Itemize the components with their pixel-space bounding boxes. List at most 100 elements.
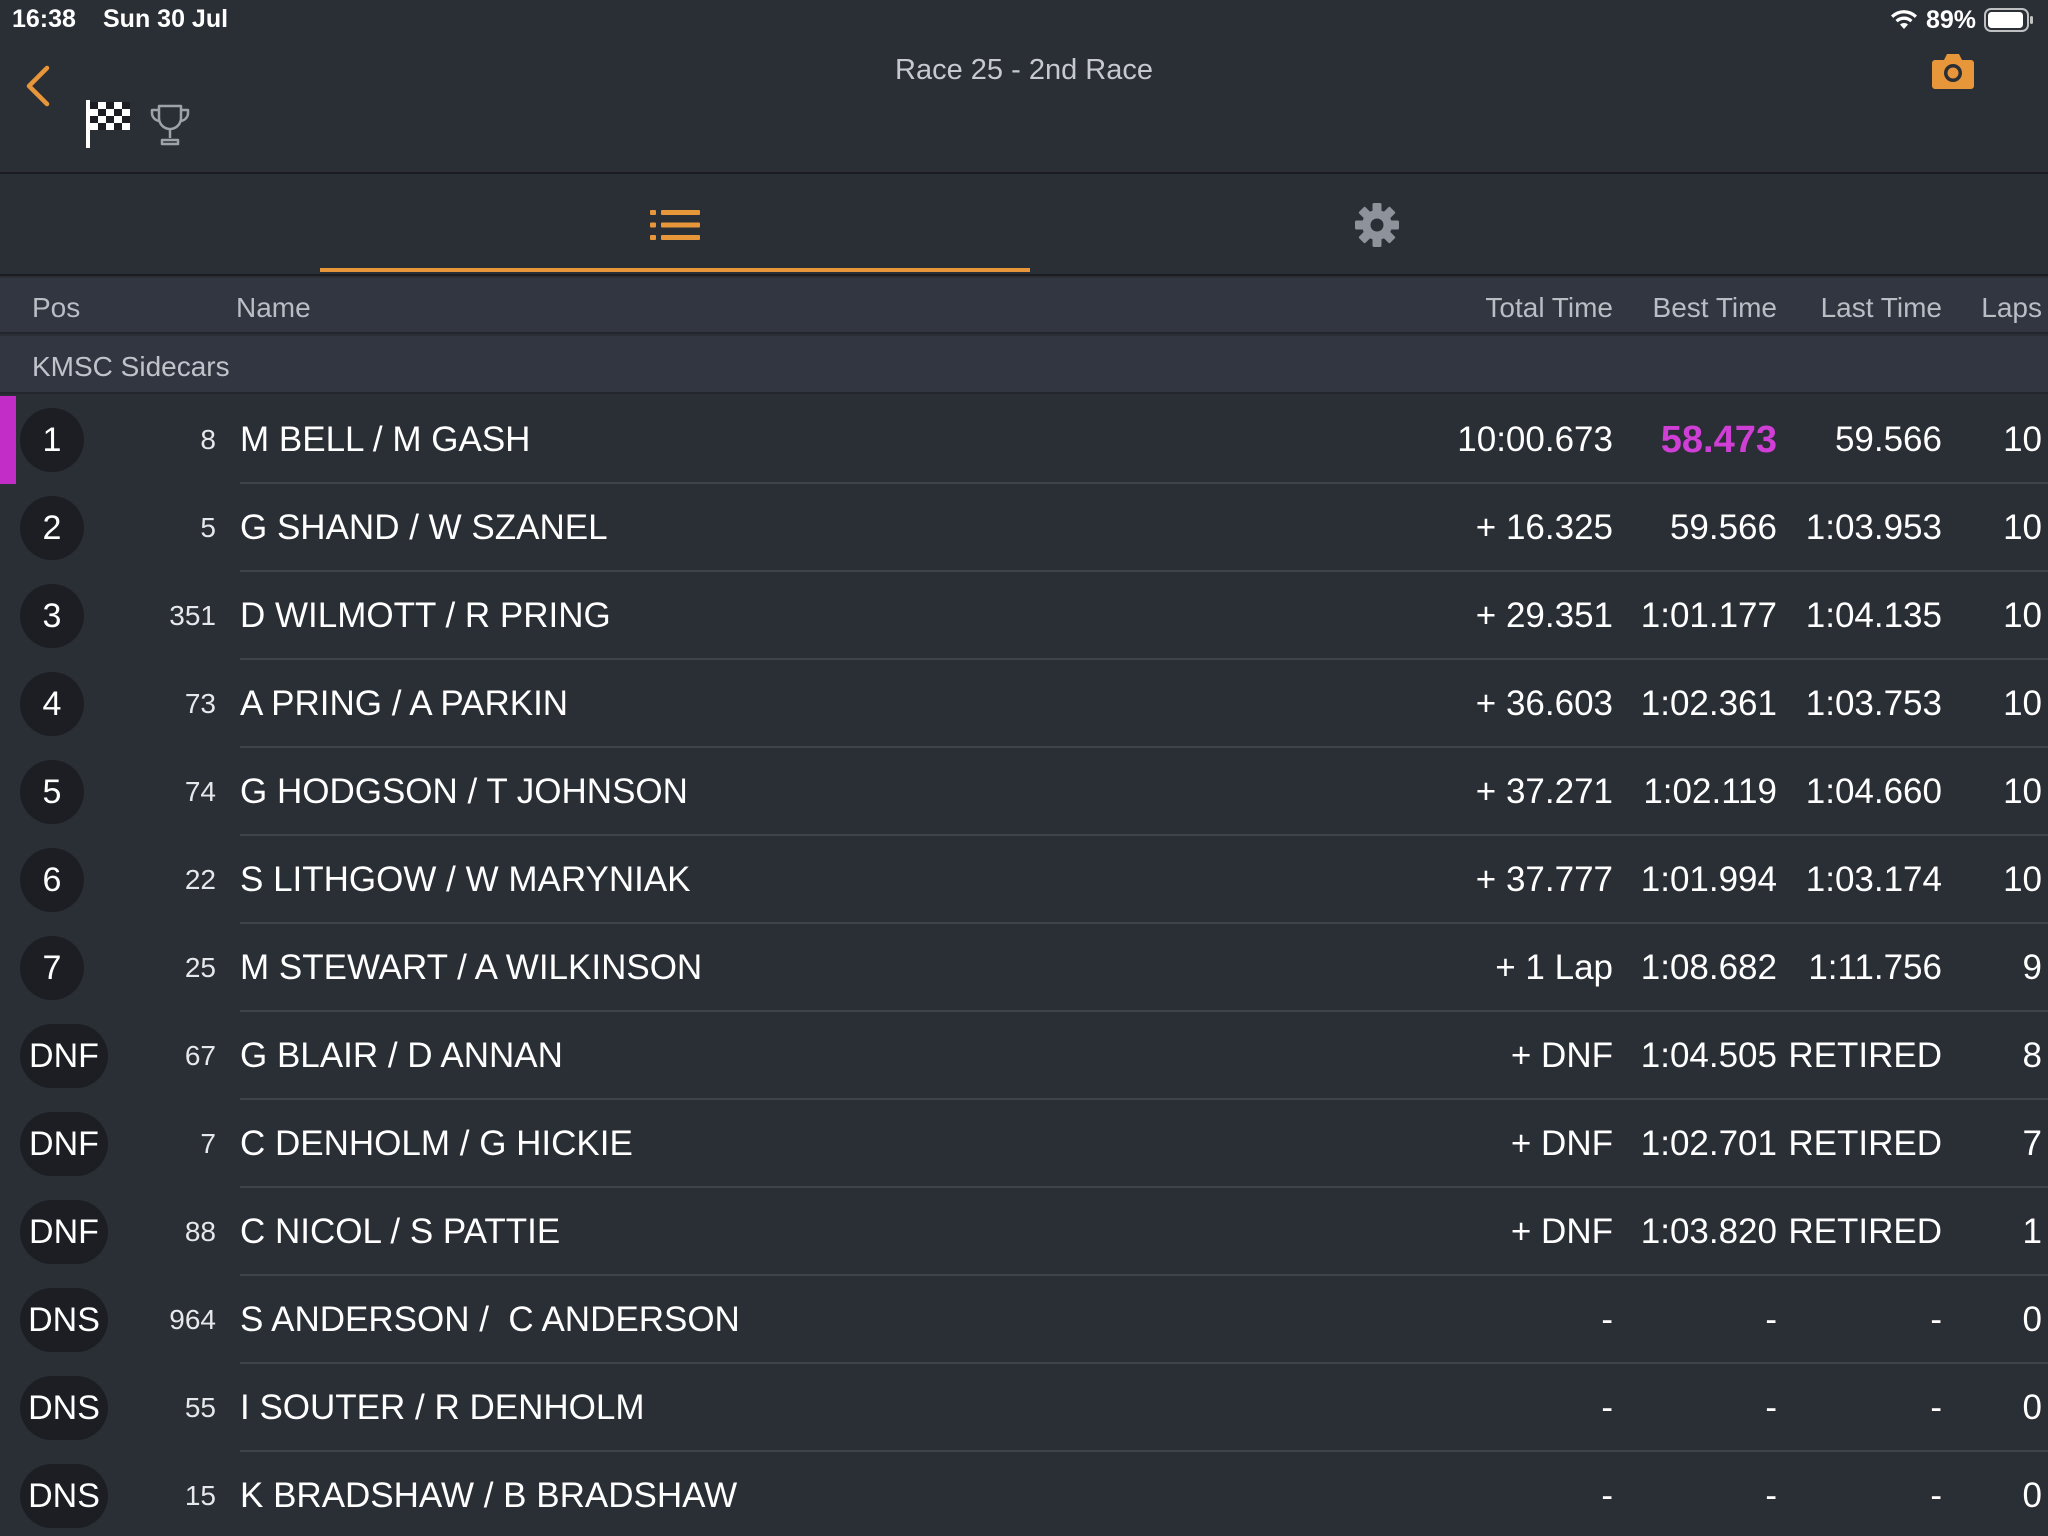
last-time: - <box>1930 1476 1942 1515</box>
competitor-number: 22 <box>184 864 216 895</box>
total-time: - <box>1601 1300 1613 1339</box>
last-time: - <box>1930 1300 1942 1339</box>
competitor-number: 8 <box>200 424 216 455</box>
laps-count: 8 <box>2022 1036 2042 1075</box>
position-badge: DNS <box>20 1376 108 1440</box>
class-group-label: KMSC Sidecars <box>32 351 230 382</box>
competitor-name: G BLAIR / D ANNAN <box>240 1036 563 1075</box>
competitor-number: 67 <box>184 1040 216 1071</box>
laps-count: 10 <box>2003 420 2042 459</box>
column-header-pos: Pos <box>32 292 81 323</box>
tab-bar <box>0 176 2048 276</box>
laps-count: 7 <box>2022 1124 2042 1163</box>
competitor-name: A PRING / A PARKIN <box>240 684 569 723</box>
competitor-name: S LITHGOW / W MARYNIAK <box>240 860 691 899</box>
table-row[interactable]: 4 73 A PRING / A PARKIN + 36.603 1:02.36… <box>0 660 2048 748</box>
best-time: 1:02.361 <box>1640 684 1777 723</box>
table-row[interactable]: 1 8 M BELL / M GASH 10:00.673 58.473 59.… <box>0 396 2048 484</box>
total-time: + 36.603 <box>1475 684 1613 723</box>
table-row[interactable]: DNS 55 I SOUTER / R DENHOLM - - - 0 <box>0 1364 2048 1452</box>
list-icon <box>650 210 700 240</box>
total-time: + 29.351 <box>1475 596 1613 635</box>
table-row[interactable]: DNS 15 K BRADSHAW / B BRADSHAW - - - 0 <box>0 1452 2048 1536</box>
status-date: Sun 30 Jul <box>103 5 229 33</box>
status-bar: 16:38 Sun 30 Jul 89% <box>0 0 2048 40</box>
competitor-number: 73 <box>184 688 216 719</box>
competitor-number: 7 <box>200 1128 216 1159</box>
laps-count: 10 <box>2003 508 2042 547</box>
best-time: 59.566 <box>1669 508 1777 547</box>
best-time: 1:03.820 <box>1640 1212 1777 1251</box>
total-time: 10:00.673 <box>1457 420 1613 459</box>
best-time: - <box>1765 1476 1777 1515</box>
competitor-name: D WILMOTT / R PRING <box>240 596 611 635</box>
active-tab-indicator <box>320 268 1030 272</box>
last-time: RETIRED <box>1788 1212 1942 1251</box>
laps-count: 10 <box>2003 772 2042 811</box>
table-row[interactable]: DNS 964 S ANDERSON / C ANDERSON - - - 0 <box>0 1276 2048 1364</box>
column-header-laps: Laps <box>1981 292 2042 323</box>
last-time: 1:11.756 <box>1808 948 1942 987</box>
checkered-flag-icon[interactable] <box>84 98 132 150</box>
table-row[interactable]: DNF 88 C NICOL / S PATTIE + DNF 1:03.820… <box>0 1188 2048 1276</box>
competitor-number: 88 <box>184 1216 216 1247</box>
laps-count: 10 <box>2003 684 2042 723</box>
competitor-name: C NICOL / S PATTIE <box>240 1212 561 1251</box>
class-group-header: KMSC Sidecars <box>0 336 2048 394</box>
page-title: Race 25 - 2nd Race <box>895 54 1153 86</box>
position-badge: 3 <box>20 584 84 648</box>
competitor-name: G SHAND / W SZANEL <box>240 508 608 547</box>
best-time: 1:01.177 <box>1640 596 1777 635</box>
competitor-name: G HODGSON / T JOHNSON <box>240 772 688 811</box>
table-row[interactable]: 2 5 G SHAND / W SZANEL + 16.325 59.566 1… <box>0 484 2048 572</box>
column-header-best-time: Best Time <box>1652 292 1777 323</box>
results-list: 1 8 M BELL / M GASH 10:00.673 58.473 59.… <box>0 396 2048 1536</box>
competitor-number: 25 <box>184 952 216 983</box>
position-badge: DNF <box>20 1112 108 1176</box>
total-time: + DNF <box>1510 1124 1613 1163</box>
status-indicators: 89% <box>1890 5 2034 35</box>
competitor-number: 55 <box>184 1392 216 1423</box>
column-header-name: Name <box>236 292 311 323</box>
last-time: 59.566 <box>1834 420 1942 459</box>
total-time: + 37.271 <box>1475 772 1613 811</box>
total-time: - <box>1601 1476 1613 1515</box>
results-table-header: Pos Name Total Time Best Time Last Time … <box>0 278 2048 334</box>
nav-header: Race 25 - 2nd Race <box>0 40 2048 174</box>
total-time: + DNF <box>1510 1036 1613 1075</box>
competitor-number: 964 <box>169 1304 216 1335</box>
total-time: + 1 Lap <box>1495 948 1613 987</box>
camera-icon[interactable] <box>1930 50 1976 92</box>
total-time: + 16.325 <box>1475 508 1613 547</box>
position-badge: DNS <box>20 1464 108 1528</box>
laps-count: 1 <box>2022 1212 2042 1251</box>
position-badge: DNS <box>20 1288 108 1352</box>
trophy-icon[interactable] <box>148 102 192 148</box>
table-row[interactable]: 6 22 S LITHGOW / W MARYNIAK + 37.777 1:0… <box>0 836 2048 924</box>
total-time: + 37.777 <box>1475 860 1613 899</box>
best-time: 1:02.701 <box>1640 1124 1777 1163</box>
best-time: - <box>1765 1300 1777 1339</box>
competitor-number: 351 <box>169 600 216 631</box>
position-badge: 2 <box>20 496 84 560</box>
table-row[interactable]: 3 351 D WILMOTT / R PRING + 29.351 1:01.… <box>0 572 2048 660</box>
laps-count: 0 <box>2022 1388 2042 1427</box>
table-row[interactable]: DNF 67 G BLAIR / D ANNAN + DNF 1:04.505 … <box>0 1012 2048 1100</box>
total-time: + DNF <box>1510 1212 1613 1251</box>
last-time: 1:03.953 <box>1805 508 1942 547</box>
tab-results[interactable] <box>320 176 1030 274</box>
last-time: RETIRED <box>1788 1036 1942 1075</box>
position-badge: DNF <box>20 1200 108 1264</box>
position-badge: 5 <box>20 760 84 824</box>
last-time: 1:04.660 <box>1805 772 1942 811</box>
table-row[interactable]: 5 74 G HODGSON / T JOHNSON + 37.271 1:02… <box>0 748 2048 836</box>
table-row[interactable]: 7 25 M STEWART / A WILKINSON + 1 Lap 1:0… <box>0 924 2048 1012</box>
best-time-fastest: 58.473 <box>1660 419 1777 461</box>
laps-count: 9 <box>2022 948 2042 987</box>
battery-icon <box>1984 8 2033 32</box>
best-time: 1:08.682 <box>1640 948 1777 987</box>
tab-settings[interactable] <box>1022 176 1732 274</box>
table-row[interactable]: DNF 7 C DENHOLM / G HICKIE + DNF 1:02.70… <box>0 1100 2048 1188</box>
laps-count: 0 <box>2022 1476 2042 1515</box>
position-badge: 1 <box>20 408 84 472</box>
